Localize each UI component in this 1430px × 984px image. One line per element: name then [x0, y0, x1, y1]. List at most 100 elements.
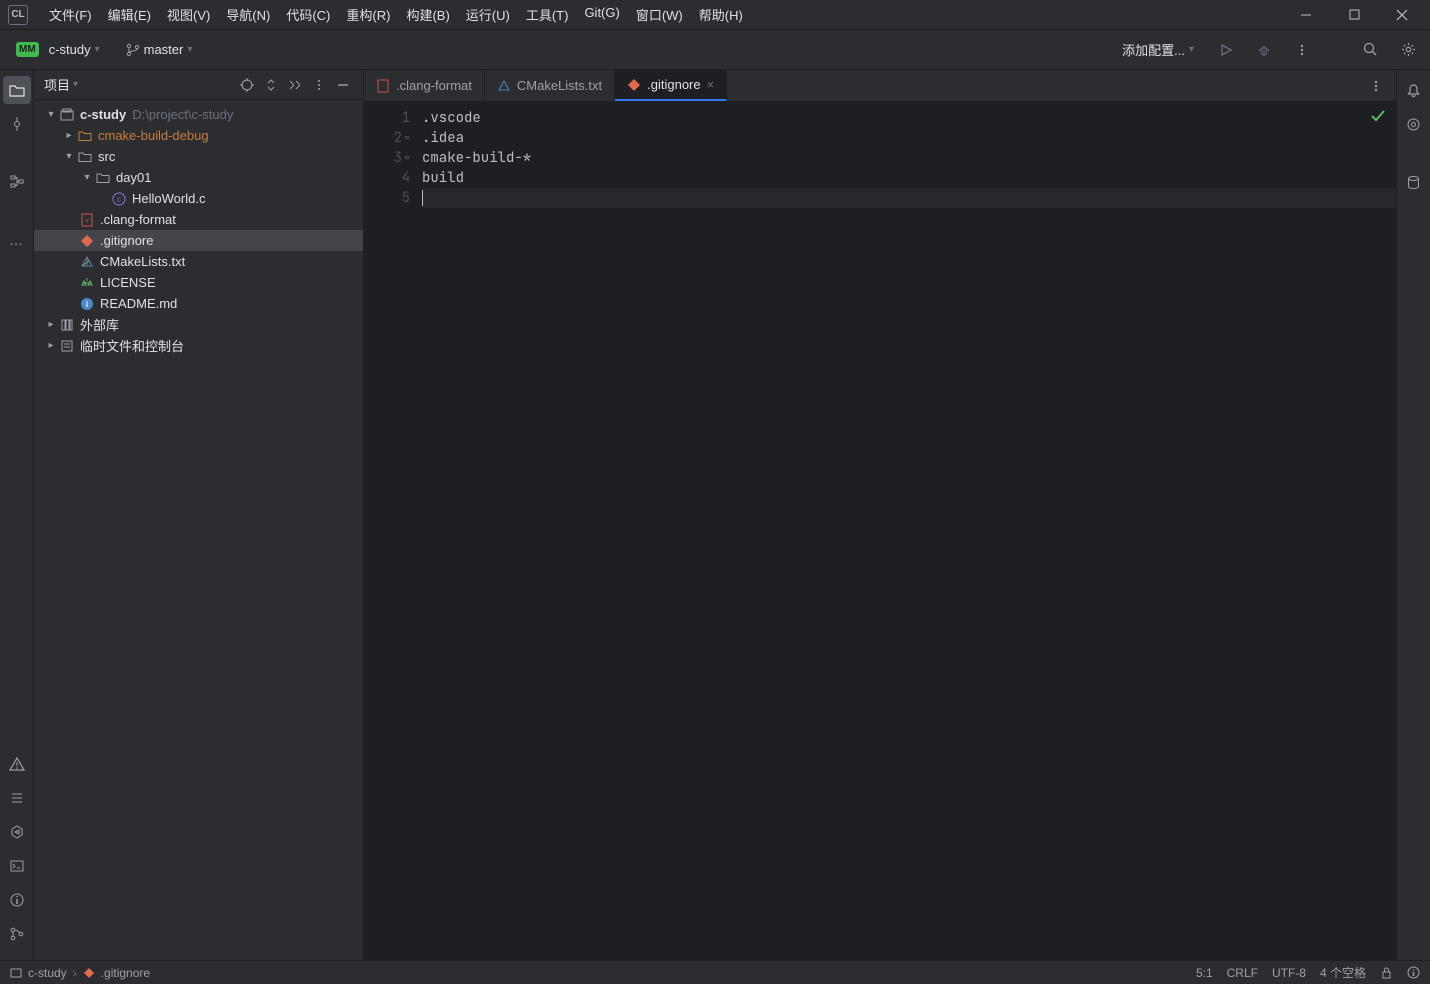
tree-folder-src[interactable]: ▾ src [34, 146, 363, 167]
tab-gitignore[interactable]: .gitignore × [615, 70, 727, 101]
menu-file[interactable]: 文件(F) [42, 1, 99, 28]
breadcrumb[interactable]: c-study › .gitignore [10, 966, 150, 980]
todo-tool-button[interactable] [3, 784, 31, 812]
folder-icon [94, 172, 112, 184]
gitignore-file-icon [78, 234, 96, 248]
fold-icon[interactable]: ▫ [404, 148, 410, 168]
expand-all-button[interactable] [261, 75, 281, 95]
editor-body[interactable]: 1 2▫ 3▫ 4 5 .vscode .idea cmake-build-* … [364, 102, 1396, 960]
debug-button[interactable] [1250, 36, 1278, 64]
tree-file-helloworld[interactable]: c HelloWorld.c [34, 188, 363, 209]
menu-window[interactable]: 窗口(W) [629, 1, 690, 28]
tree-external-libs[interactable]: ▸ 外部库 [34, 314, 363, 335]
commit-tool-button[interactable] [3, 110, 31, 138]
menu-code[interactable]: 代码(C) [279, 1, 337, 28]
collapse-icon [288, 78, 302, 92]
project-panel-title-label: 项目 [44, 75, 70, 94]
chevron-right-icon[interactable]: ▸ [44, 319, 58, 330]
tree-file-clang-format[interactable]: Y .clang-format [34, 209, 363, 230]
menu-edit[interactable]: 编辑(E) [101, 1, 158, 28]
tree-file-readme[interactable]: i README.md [34, 293, 363, 314]
breadcrumb-file[interactable]: .gitignore [101, 966, 150, 980]
hide-panel-button[interactable] [333, 75, 353, 95]
window-buttons [1286, 1, 1422, 29]
menu-build[interactable]: 构建(B) [399, 1, 456, 28]
add-configuration[interactable]: 添加配置... ▾ [1114, 36, 1202, 63]
ide-status[interactable] [1407, 966, 1420, 979]
chevron-right-icon[interactable]: ▸ [62, 130, 76, 141]
main-content: … 项目 ▾ [0, 70, 1430, 960]
branch-selector[interactable]: master ▾ [118, 38, 201, 61]
line-separator[interactable]: CRLF [1227, 966, 1258, 980]
encoding[interactable]: UTF-8 [1272, 966, 1306, 980]
tab-close-button[interactable]: × [707, 77, 715, 92]
more-vertical-icon [1369, 79, 1383, 93]
svg-text:Y: Y [85, 219, 89, 225]
chevron-down-icon: ▾ [187, 44, 192, 55]
toolbar: MM c-study ▾ master ▾ 添加配置... ▾ [0, 30, 1430, 70]
tree-scratch[interactable]: ▸ 临时文件和控制台 [34, 335, 363, 356]
project-panel-title[interactable]: 项目 ▾ [44, 75, 78, 94]
menu-navigate[interactable]: 导航(N) [219, 1, 277, 28]
inspection-status[interactable] [1370, 108, 1386, 124]
menu-view[interactable]: 视图(V) [160, 1, 217, 28]
editor-area: .clang-format CMakeLists.txt .gitignore … [364, 70, 1396, 960]
notifications-button[interactable] [1400, 76, 1428, 104]
debug-tool-button[interactable] [3, 886, 31, 914]
run-button[interactable] [1212, 36, 1240, 64]
add-config-label: 添加配置... [1122, 40, 1185, 59]
settings-button[interactable] [1394, 36, 1422, 64]
project-tool-button[interactable] [3, 76, 31, 104]
locate-button[interactable] [237, 75, 257, 95]
maximize-button[interactable] [1334, 1, 1374, 29]
tab-cmakelists[interactable]: CMakeLists.txt [485, 70, 615, 101]
database-icon [1406, 175, 1421, 190]
services-icon [9, 824, 25, 840]
close-button[interactable] [1382, 1, 1422, 29]
editor-tabs: .clang-format CMakeLists.txt .gitignore … [364, 70, 1396, 102]
chevron-down-icon[interactable]: ▾ [62, 151, 76, 162]
fold-icon[interactable]: ▫ [404, 128, 410, 148]
code-area[interactable]: .vscode .idea cmake-build-* build [414, 102, 1396, 960]
ai-assistant-button[interactable] [1400, 110, 1428, 138]
tree-file-cmakelists[interactable]: CMakeLists.txt [34, 251, 363, 272]
database-button[interactable] [1400, 168, 1428, 196]
tabs-more-button[interactable] [1362, 72, 1390, 100]
tree-folder-day01[interactable]: ▾ day01 [34, 167, 363, 188]
readonly-toggle[interactable] [1380, 966, 1393, 979]
tree-file-license[interactable]: LICENSE [34, 272, 363, 293]
more-tool-button[interactable]: … [3, 226, 31, 254]
breadcrumb-project[interactable]: c-study [28, 966, 67, 980]
tree-folder-cmake-build-debug[interactable]: ▸ cmake-build-debug [34, 125, 363, 146]
project-tree[interactable]: ▾ c-study D:\project\c-study ▸ cmake-bui… [34, 100, 363, 960]
cursor-position[interactable]: 5:1 [1196, 966, 1213, 980]
panel-options-button[interactable] [309, 75, 329, 95]
search-button[interactable] [1356, 36, 1384, 64]
menu-tools[interactable]: 工具(T) [519, 1, 576, 28]
minimize-button[interactable] [1286, 1, 1326, 29]
commit-icon [9, 116, 25, 132]
collapse-all-button[interactable] [285, 75, 305, 95]
more-button[interactable] [1288, 36, 1316, 64]
git-tool-button[interactable] [3, 920, 31, 948]
chevron-down-icon[interactable]: ▾ [80, 172, 94, 183]
structure-tool-button[interactable] [3, 168, 31, 196]
menu-git[interactable]: Git(G) [577, 1, 626, 28]
tree-label: .gitignore [100, 233, 153, 248]
services-tool-button[interactable] [3, 818, 31, 846]
tab-clang-format[interactable]: .clang-format [364, 70, 485, 101]
gutter[interactable]: 1 2▫ 3▫ 4 5 [364, 102, 414, 960]
project-selector[interactable]: MM c-study ▾ [8, 38, 108, 61]
menu-run[interactable]: 运行(U) [459, 1, 517, 28]
problems-tool-button[interactable] [3, 750, 31, 778]
chevron-right-icon[interactable]: ▸ [44, 340, 58, 351]
tree-label: CMakeLists.txt [100, 254, 185, 269]
code-line: build [422, 168, 1396, 188]
terminal-tool-button[interactable] [3, 852, 31, 880]
indent[interactable]: 4 个空格 [1320, 964, 1366, 981]
tree-root[interactable]: ▾ c-study D:\project\c-study [34, 104, 363, 125]
chevron-down-icon[interactable]: ▾ [44, 109, 58, 120]
menu-help[interactable]: 帮助(H) [692, 1, 750, 28]
tree-file-gitignore[interactable]: .gitignore [34, 230, 363, 251]
menu-refactor[interactable]: 重构(R) [339, 1, 397, 28]
